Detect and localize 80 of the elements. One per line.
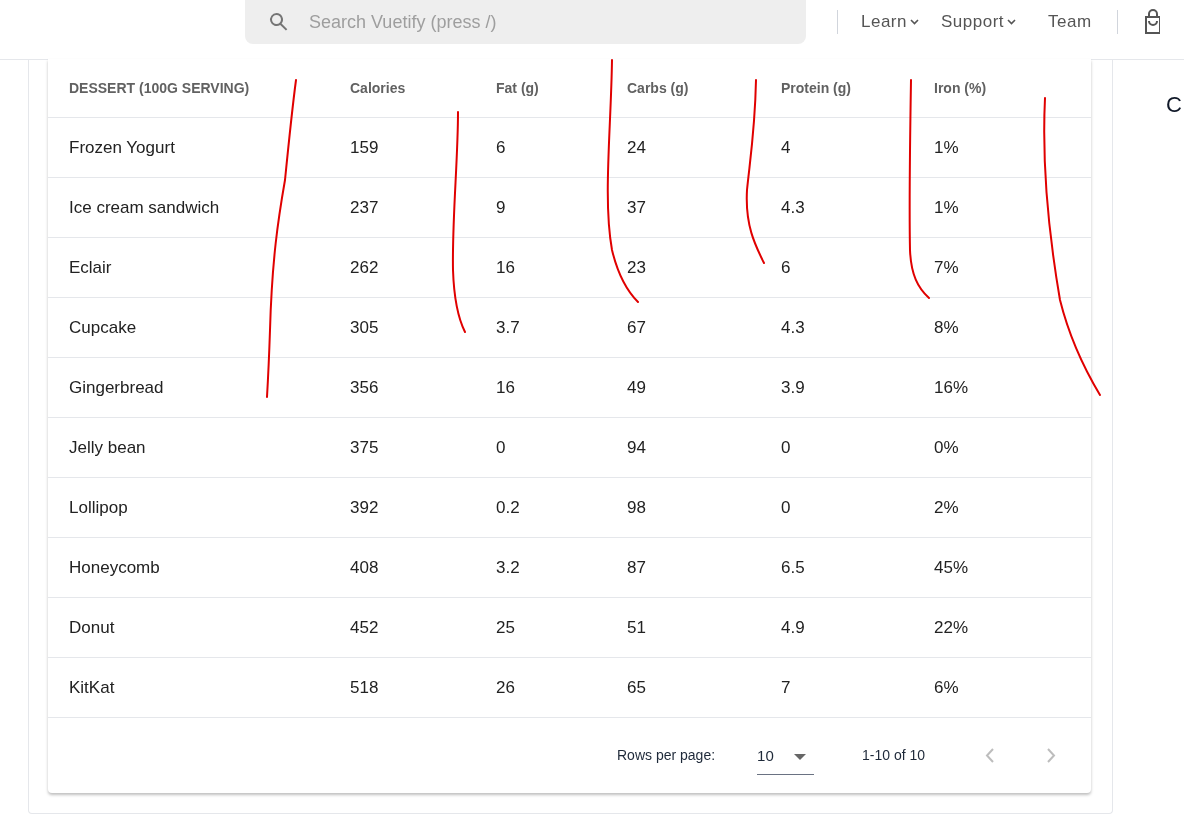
dropdown-caret-icon: [794, 753, 807, 760]
table-cell-text: 6.5: [781, 556, 805, 579]
table-cell-text: 51: [627, 616, 646, 639]
table-cell-text: Eclair: [69, 256, 112, 279]
table-cell-text: 237: [350, 196, 379, 219]
table-cell-text: 16: [496, 256, 515, 279]
column-header[interactable]: Iron (%): [934, 77, 987, 99]
table-cell-text: 452: [350, 616, 379, 639]
table-cell-text: 4.3: [781, 196, 805, 219]
table-cell-text: 0: [496, 436, 506, 459]
column-header[interactable]: Protein (g): [781, 77, 851, 99]
table-cell-text: 7%: [934, 256, 959, 279]
table-cell-text: 22%: [934, 616, 969, 639]
table-cell-text: 0%: [934, 436, 959, 459]
table-cell-text: 4.9: [781, 616, 805, 639]
table-cell-text: 0: [781, 436, 791, 459]
table-cell-text: 4: [781, 136, 791, 159]
table-cell-text: Gingerbread: [69, 376, 164, 399]
chevron-down-icon: [910, 19, 919, 25]
table-cell-text: 356: [350, 376, 379, 399]
table-cell-text: 3.2: [496, 556, 520, 579]
table-cell-text: 25: [496, 616, 515, 639]
table-cell-text: 392: [350, 496, 379, 519]
table-cell-text: 0.2: [496, 496, 520, 519]
table-cell-text: 159: [350, 136, 379, 159]
table-cell-text: 6: [781, 256, 791, 279]
table-cell-text: 1%: [934, 196, 959, 219]
table-cell-text: 518: [350, 676, 379, 699]
table-cell-text: 67: [627, 316, 646, 339]
table-cell-text: 98: [627, 496, 646, 519]
table-cell-text: 45%: [934, 556, 969, 579]
table-cell-text: 65: [627, 676, 646, 699]
table-cell-text: 3.7: [496, 316, 520, 339]
table-cell-text: Frozen Yogurt: [69, 136, 175, 159]
column-header[interactable]: Fat (g): [496, 77, 539, 99]
table-cell-text: 4.3: [781, 316, 805, 339]
table-cell-text: Cupcake: [69, 316, 137, 339]
table-cell-text: Ice cream sandwich: [69, 196, 220, 219]
table-cell-text: Jelly bean: [69, 436, 146, 459]
table-cell-text: 9: [496, 196, 506, 219]
nav-link[interactable]: Team: [1037, 9, 1103, 35]
rows-per-page-select[interactable]: 10: [757, 735, 815, 775]
heading-text: C: [1166, 91, 1182, 119]
table-cell-text: 24: [627, 136, 646, 159]
table-cell-text: 7: [781, 676, 791, 699]
search-field[interactable]: Search Vuetify (press /): [245, 0, 806, 44]
table-cell-text: Donut: [69, 616, 115, 639]
table-cell-text: 8%: [934, 316, 959, 339]
table-cell-text: 408: [350, 556, 379, 579]
chevron-right-icon: [1046, 747, 1056, 763]
bag-icon[interactable]: [1143, 9, 1160, 35]
table-cell-text: 6%: [934, 676, 959, 699]
table-cell-text: 2%: [934, 496, 959, 519]
table-cell-text: 375: [350, 436, 379, 459]
table-cell-text: 23: [627, 256, 646, 279]
table-cell-text: Lollipop: [69, 496, 128, 519]
rows-per-page-label: Rows per page:: [617, 745, 716, 765]
table-cell-text: 87: [627, 556, 646, 579]
table-cell-text: 3.9: [781, 376, 805, 399]
nav-menu-button[interactable]: Support: [930, 9, 1028, 35]
table-cell-text: 16%: [934, 376, 969, 399]
table-cell-text: 1%: [934, 136, 959, 159]
table-cell-text: 94: [627, 436, 646, 459]
table-cell-text: Honeycomb: [69, 556, 160, 579]
table-cell-text: 262: [350, 256, 379, 279]
table-cell-text: 6: [496, 136, 506, 159]
nav-menu-button[interactable]: Learn: [850, 9, 930, 35]
table-cell-text: 26: [496, 676, 515, 699]
column-header[interactable]: DESSERT (100G SERVING): [69, 77, 250, 99]
chevron-down-icon: [1007, 19, 1017, 25]
column-header[interactable]: Carbs (g): [627, 77, 689, 99]
page-range: 1-10 of 10: [862, 745, 926, 765]
chevron-left-icon: [984, 747, 994, 763]
table-cell-text: 0: [781, 496, 791, 519]
table-cell-text: 37: [627, 196, 646, 219]
table-cell-text: 16: [496, 376, 515, 399]
column-header[interactable]: Calories: [350, 77, 406, 99]
table-cell-text: KitKat: [69, 676, 115, 699]
table-cell-text: 305: [350, 316, 379, 339]
table-cell-text: 49: [627, 376, 646, 399]
